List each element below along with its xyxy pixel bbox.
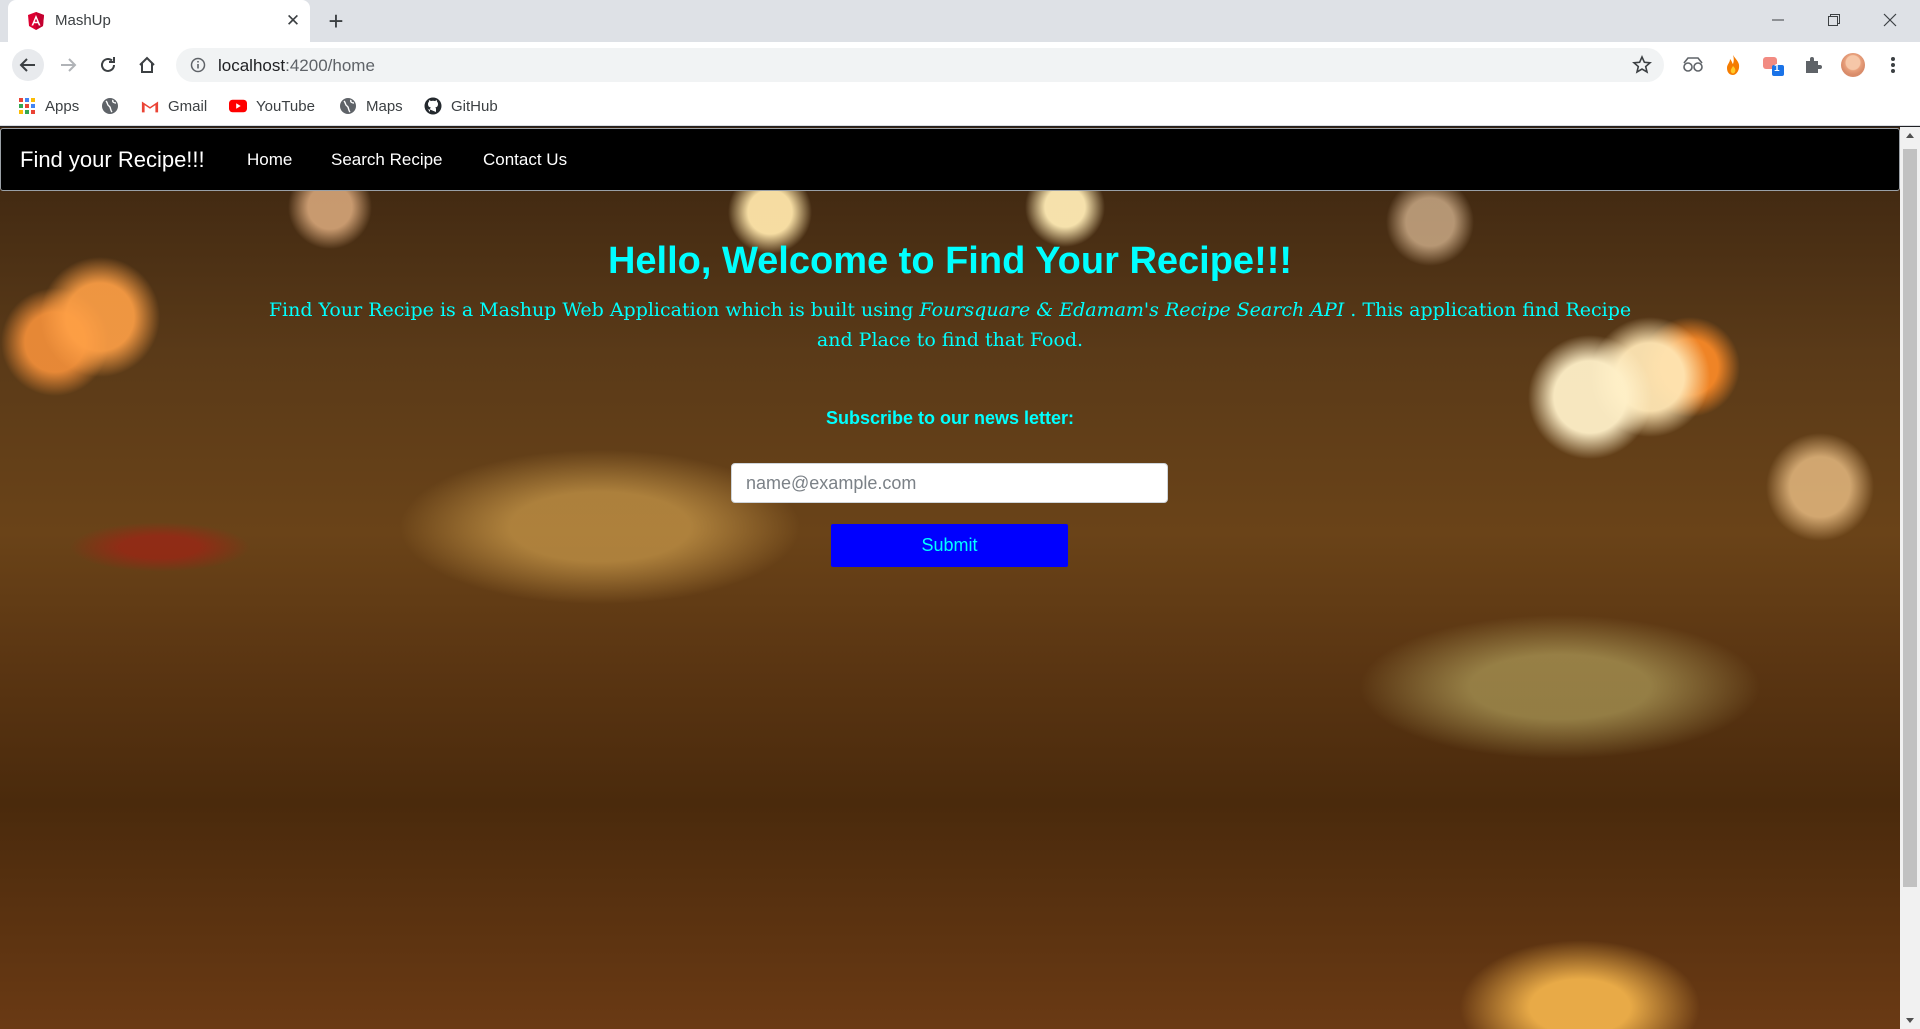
reload-button[interactable] [92, 49, 124, 81]
globe-icon [339, 97, 357, 115]
app-description: Find Your Recipe is a Mashup Web Applica… [255, 295, 1645, 355]
welcome-heading-text: Hello, Welcome to [607, 240, 946, 282]
bookmark-github[interactable]: GitHub [424, 94, 498, 118]
reload-icon [101, 57, 115, 72]
url-path: :4200/home [285, 56, 375, 75]
minimize-icon [1772, 19, 1784, 21]
tab-title: MashUp [55, 12, 111, 29]
tab-strip: MashUp ✕ + [0, 0, 1920, 42]
nav-link-contact-us[interactable]: Contact Us [483, 150, 567, 170]
globe-icon [101, 97, 119, 115]
browser-toolbar: localhost:4200/home 1 [0, 42, 1920, 86]
extension-button[interactable]: 1 [1761, 52, 1787, 78]
navbar-brand[interactable]: Find your Recipe!!! [20, 147, 205, 173]
bookmark-youtube[interactable]: YouTube [229, 94, 315, 118]
url-host: localhost [218, 56, 286, 75]
arrow-right-icon [61, 58, 77, 72]
submit-button[interactable]: Submit [831, 524, 1068, 567]
close-tab-icon[interactable]: ✕ [282, 10, 304, 32]
welcome-heading: Hello, Welcome to Find Your Recipe!!! [0, 240, 1900, 283]
bookmark-star-icon[interactable] [1632, 55, 1652, 75]
extension-button[interactable] [1720, 52, 1746, 78]
github-icon [424, 97, 442, 115]
puzzle-icon [1806, 57, 1822, 73]
new-tab-button[interactable]: + [322, 7, 350, 35]
restore-button[interactable] [1806, 0, 1862, 40]
scroll-down-arrow-icon[interactable] [1900, 1012, 1920, 1029]
restore-icon [1828, 14, 1840, 26]
scroll-up-arrow-icon[interactable] [1900, 127, 1920, 144]
extensions-menu-button[interactable] [1800, 52, 1826, 78]
home-button[interactable] [131, 49, 163, 81]
bookmark-apps[interactable]: Apps [18, 94, 79, 118]
extension-badge-count: 1 [1774, 63, 1780, 74]
bookmark-maps[interactable]: Maps [339, 94, 403, 118]
page-scrollbar[interactable] [1900, 127, 1920, 1029]
address-bar[interactable]: localhost:4200/home [176, 48, 1664, 82]
url-text[interactable]: localhost:4200/home [218, 56, 375, 76]
bookmark-label: Gmail [168, 97, 208, 115]
welcome-heading-app-name: Find Your Recipe!!! [945, 240, 1293, 282]
home-icon [139, 56, 155, 73]
scrollbar-thumb[interactable] [1903, 149, 1917, 887]
arrow-left-icon [19, 58, 35, 72]
youtube-icon [229, 97, 247, 115]
description-text: Find Your Recipe is a Mashup Web Applica… [268, 299, 920, 321]
nav-link-search-recipe[interactable]: Search Recipe [331, 150, 443, 170]
browser-tab[interactable]: MashUp ✕ [8, 0, 310, 42]
email-field[interactable] [731, 463, 1168, 503]
newsletter-label: Subscribe to our news letter: [825, 408, 1075, 428]
info-icon [190, 57, 206, 73]
avatar [1841, 53, 1865, 77]
bookmark-label: GitHub [451, 97, 498, 115]
bookmark-label: Maps [366, 97, 403, 115]
nav-link-home[interactable]: Home [247, 150, 292, 170]
minimize-button[interactable] [1750, 0, 1806, 40]
close-window-button[interactable] [1862, 0, 1918, 40]
more-vert-icon [1891, 57, 1895, 73]
bookmark-label: Apps [45, 97, 80, 115]
gmail-icon [141, 97, 159, 115]
page-background: Find your Recipe!!! Home Search Recipe C… [0, 127, 1900, 1029]
profile-button[interactable] [1840, 52, 1866, 78]
extension-button[interactable] [1680, 52, 1706, 78]
bookmarks-bar: Apps Gmail YouTube Maps GitHub [0, 86, 1920, 126]
description-api-names: Foursquare & Edamam's Recipe Search API [919, 299, 1345, 321]
forward-button[interactable] [52, 49, 84, 81]
chrome-menu-button[interactable] [1880, 52, 1906, 78]
angular-icon [28, 12, 44, 30]
bookmark-globe[interactable] [101, 94, 128, 118]
bookmark-gmail[interactable]: Gmail [141, 94, 207, 118]
back-button[interactable] [12, 49, 44, 81]
bookmark-label: YouTube [256, 97, 315, 115]
fire-icon [1727, 55, 1740, 75]
apps-grid-icon [18, 97, 36, 115]
close-icon [1883, 13, 1897, 27]
incognito-glasses-icon [1683, 57, 1703, 72]
navbar: Find your Recipe!!! Home Search Recipe C… [0, 128, 1900, 191]
